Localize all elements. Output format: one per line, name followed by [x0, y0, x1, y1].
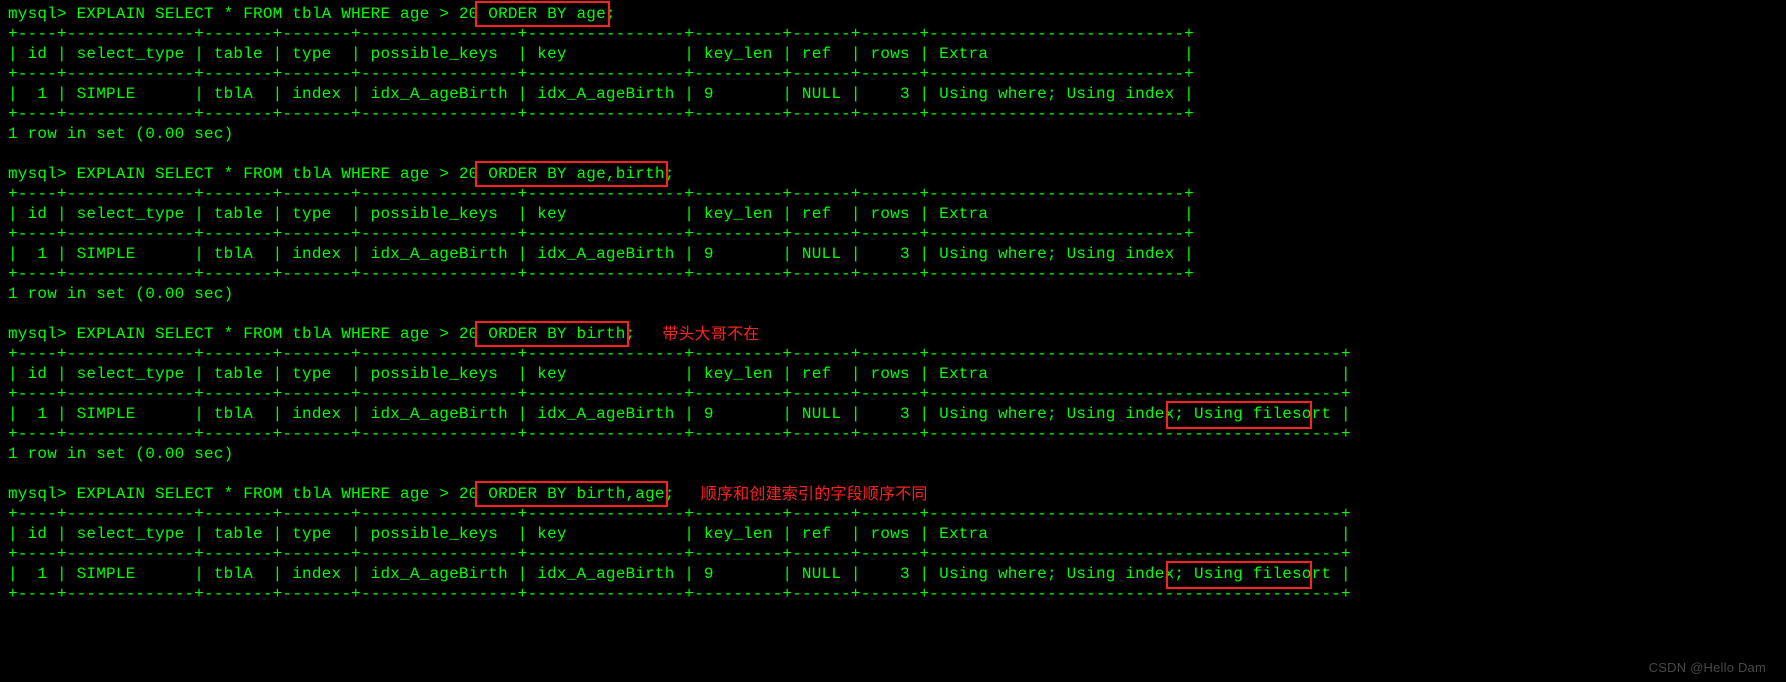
table-sep: +----+-------------+-------+-------+----…: [8, 24, 1778, 44]
blank-line: [8, 144, 1778, 164]
summary-line: 1 row in set (0.00 sec): [8, 124, 1778, 144]
table-sep: +----+-------------+-------+-------+----…: [8, 504, 1778, 524]
table-sep: +----+-------------+-------+-------+----…: [8, 344, 1778, 364]
blank-line: [8, 304, 1778, 324]
table-sep: +----+-------------+-------+-------+----…: [8, 544, 1778, 564]
summary-line: 1 row in set (0.00 sec): [8, 284, 1778, 304]
table-sep: +----+-------------+-------+-------+----…: [8, 184, 1778, 204]
sql-line: mysql> EXPLAIN SELECT * FROM tblA WHERE …: [8, 4, 1778, 24]
table-sep: +----+-------------+-------+-------+----…: [8, 384, 1778, 404]
table-sep: +----+-------------+-------+-------+----…: [8, 104, 1778, 124]
summary-line: 1 row in set (0.00 sec): [8, 444, 1778, 464]
table-header: | id | select_type | table | type | poss…: [8, 524, 1778, 544]
table-sep: +----+-------------+-------+-------+----…: [8, 424, 1778, 444]
sql-line: mysql> EXPLAIN SELECT * FROM tblA WHERE …: [8, 324, 1778, 344]
table-sep: +----+-------------+-------+-------+----…: [8, 584, 1778, 604]
annotation-text: 顺序和创建索引的字段顺序不同: [701, 485, 928, 505]
annotation-text: 带头大哥不在: [662, 325, 759, 345]
table-sep: +----+-------------+-------+-------+----…: [8, 224, 1778, 244]
watermark: CSDN @Hello Dam: [1649, 658, 1766, 678]
table-row: | 1 | SIMPLE | tblA | index | idx_A_ageB…: [8, 404, 1778, 424]
table-sep: +----+-------------+-------+-------+----…: [8, 264, 1778, 284]
table-row: | 1 | SIMPLE | tblA | index | idx_A_ageB…: [8, 244, 1778, 264]
blank-line: [8, 464, 1778, 484]
terminal-output: mysql> EXPLAIN SELECT * FROM tblA WHERE …: [0, 0, 1786, 608]
sql-line: mysql> EXPLAIN SELECT * FROM tblA WHERE …: [8, 164, 1778, 184]
table-header: | id | select_type | table | type | poss…: [8, 204, 1778, 224]
table-row: | 1 | SIMPLE | tblA | index | idx_A_ageB…: [8, 564, 1778, 584]
table-header: | id | select_type | table | type | poss…: [8, 364, 1778, 384]
table-row: | 1 | SIMPLE | tblA | index | idx_A_ageB…: [8, 84, 1778, 104]
table-sep: +----+-------------+-------+-------+----…: [8, 64, 1778, 84]
table-header: | id | select_type | table | type | poss…: [8, 44, 1778, 64]
